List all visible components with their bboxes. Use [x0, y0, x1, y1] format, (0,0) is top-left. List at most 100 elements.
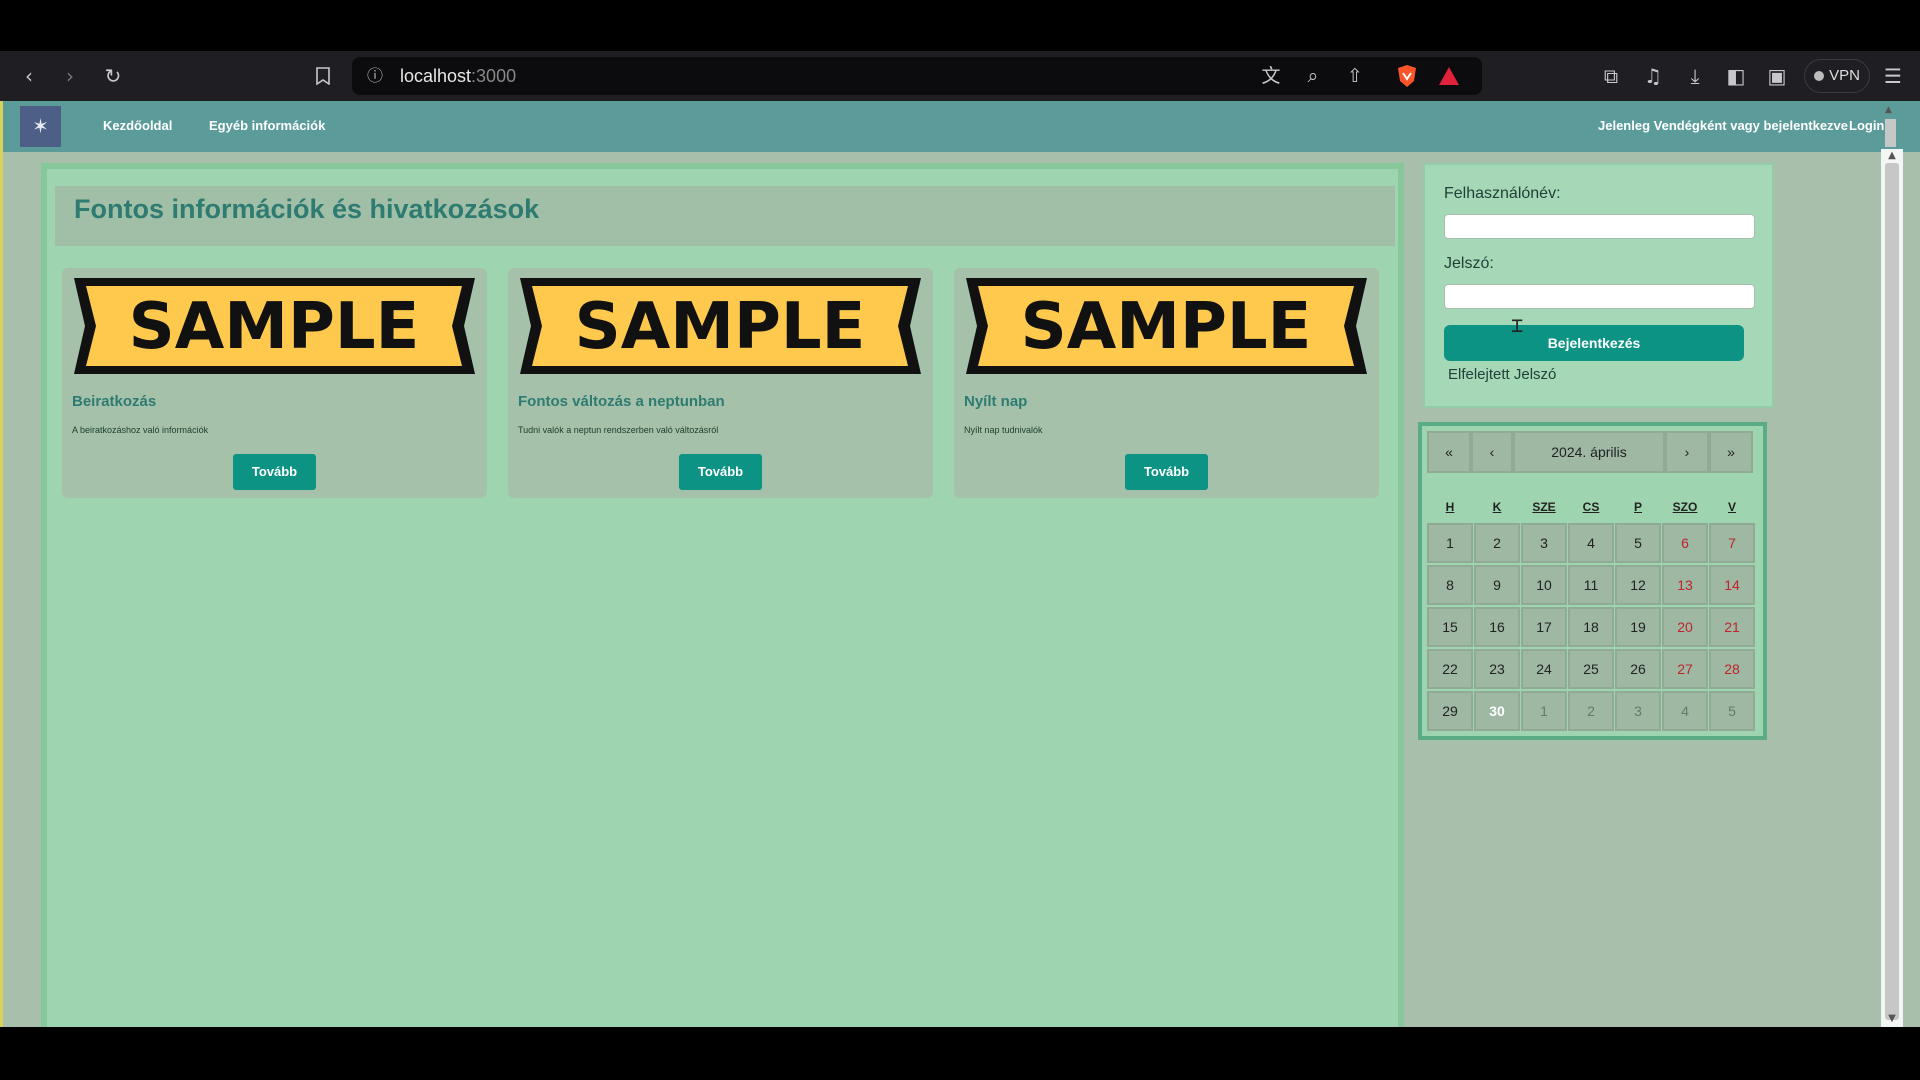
calendar-day[interactable]: 27: [1662, 649, 1708, 689]
card-title[interactable]: Fontos változás a neptunban: [518, 393, 725, 410]
card-more-button[interactable]: Tovább: [233, 454, 316, 490]
wallet-icon[interactable]: ▣: [1762, 61, 1792, 91]
scroll-up-icon[interactable]: ▲: [1886, 150, 1898, 161]
calendar-day[interactable]: 20: [1662, 607, 1708, 647]
calendar-day[interactable]: 3: [1615, 691, 1661, 731]
forgot-password-link[interactable]: Elfelejtett Jelszó: [1448, 366, 1556, 383]
nav-link-other-info[interactable]: Egyéb információk: [209, 118, 325, 133]
address-bar[interactable]: ⓘ localhost:3000 文 ⌕ ⇧: [352, 57, 1482, 95]
text-cursor-icon: ⌶: [1511, 313, 1524, 337]
bookmark-icon[interactable]: [308, 61, 338, 91]
share-icon[interactable]: ⇧: [1340, 61, 1370, 91]
calendar-day[interactable]: 19: [1615, 607, 1661, 647]
calendar-day[interactable]: 5: [1615, 523, 1661, 563]
calendar-day[interactable]: 7: [1709, 523, 1755, 563]
translate-icon[interactable]: 文: [1256, 61, 1286, 91]
menu-icon[interactable]: ☰: [1878, 61, 1908, 91]
calendar-day[interactable]: 4: [1568, 523, 1614, 563]
back-icon[interactable]: ‹: [14, 61, 44, 91]
login-button[interactable]: Bejelentkezés: [1444, 325, 1744, 361]
calendar-day[interactable]: 25: [1568, 649, 1614, 689]
calendar-day[interactable]: 8: [1427, 565, 1473, 605]
username-input[interactable]: [1444, 214, 1755, 239]
card-title[interactable]: Nyílt nap: [964, 393, 1027, 410]
vpn-status-icon: [1814, 71, 1825, 81]
page-scrollbar[interactable]: ▲ ▼: [1881, 149, 1903, 1027]
calendar-prev-year-button[interactable]: «: [1427, 431, 1471, 473]
calendar-day[interactable]: 28: [1709, 649, 1755, 689]
calendar-day[interactable]: 26: [1615, 649, 1661, 689]
calendar-day[interactable]: 2: [1568, 691, 1614, 731]
calendar-day[interactable]: 9: [1474, 565, 1520, 605]
nav-link-home[interactable]: Kezdőoldal: [103, 118, 172, 133]
brave-shield-icon[interactable]: [1392, 61, 1422, 91]
login-status-text: Jelenleg Vendégként vagy bejelentkezve: [1598, 118, 1849, 133]
sample-image: SAMPLE: [966, 278, 1367, 374]
url-port: :3000: [471, 66, 517, 86]
zoom-icon[interactable]: ⌕: [1298, 61, 1328, 91]
url-host: localhost: [400, 66, 472, 86]
calendar-day[interactable]: 10: [1521, 565, 1567, 605]
site-navbar: ✶ Kezdőoldal Egyéb információk Jelenleg …: [3, 101, 1920, 152]
sidebar-icon[interactable]: ◧: [1721, 61, 1751, 91]
scroll-down-icon[interactable]: ▼: [1886, 1013, 1898, 1024]
calendar-day[interactable]: 30: [1474, 691, 1520, 731]
calendar-day[interactable]: 24: [1521, 649, 1567, 689]
card-more-button[interactable]: Tovább: [679, 454, 762, 490]
reload-icon[interactable]: ↻: [98, 61, 128, 91]
calendar-day[interactable]: 18: [1568, 607, 1614, 647]
page-header: Fontos információk és hivatkozások: [55, 186, 1395, 246]
info-card: SAMPLE Beiratkozás A beiratkozáshoz való…: [62, 268, 487, 498]
login-form: Felhasználónév: Jelszó: Bejelentkezés El…: [1423, 163, 1774, 408]
nav-login-link[interactable]: Login: [1849, 118, 1884, 133]
calendar-day[interactable]: 29: [1427, 691, 1473, 731]
calendar-day[interactable]: 21: [1709, 607, 1755, 647]
calendar-day[interactable]: 5: [1709, 691, 1755, 731]
page-title: Fontos információk és hivatkozások: [74, 194, 540, 224]
card-title[interactable]: Beiratkozás: [72, 393, 156, 410]
url-text[interactable]: localhost:3000: [400, 65, 516, 87]
vpn-button[interactable]: VPN: [1804, 59, 1870, 93]
sample-image: SAMPLE: [520, 278, 921, 374]
calendar-weekday: P: [1633, 500, 1642, 514]
main-content: Fontos információk és hivatkozások SAMPL…: [41, 163, 1404, 1027]
outer-scroll-up-icon[interactable]: ▲: [1885, 105, 1892, 115]
calendar-day[interactable]: 4: [1662, 691, 1708, 731]
calendar-weekday: CS: [1582, 500, 1600, 514]
calendar: « ‹ 2024. április › » H K SZE CS P SZO V 1 2 3 4 5 6…: [1418, 422, 1767, 740]
calendar-day[interactable]: 23: [1474, 649, 1520, 689]
calendar-day[interactable]: 15: [1427, 607, 1473, 647]
outer-scrollbar[interactable]: ▲: [1883, 101, 1898, 149]
calendar-day[interactable]: 13: [1662, 565, 1708, 605]
calendar-weekday: H: [1445, 500, 1455, 514]
rewards-icon[interactable]: [1434, 61, 1464, 91]
calendar-day[interactable]: 16: [1474, 607, 1520, 647]
calendar-day[interactable]: 22: [1427, 649, 1473, 689]
calendar-day[interactable]: 3: [1521, 523, 1567, 563]
brand-logo-icon[interactable]: ✶: [20, 106, 61, 147]
calendar-weekday: K: [1492, 500, 1502, 514]
calendar-day[interactable]: 1: [1521, 691, 1567, 731]
card-text: A beiratkozáshoz való információk: [72, 425, 209, 435]
download-icon[interactable]: ⤓: [1680, 61, 1710, 91]
extensions-icon[interactable]: ⧉: [1596, 61, 1626, 91]
password-input[interactable]: [1444, 284, 1755, 309]
calendar-next-month-button[interactable]: ›: [1665, 431, 1709, 473]
card-more-button[interactable]: Tovább: [1125, 454, 1208, 490]
forward-icon[interactable]: ›: [55, 61, 85, 91]
scrollbar-thumb[interactable]: [1885, 163, 1899, 1020]
calendar-next-year-button[interactable]: »: [1709, 431, 1753, 473]
media-icon[interactable]: ♫: [1638, 61, 1668, 91]
calendar-day[interactable]: 14: [1709, 565, 1755, 605]
calendar-day[interactable]: 17: [1521, 607, 1567, 647]
calendar-day[interactable]: 12: [1615, 565, 1661, 605]
sample-text: SAMPLE: [1021, 290, 1312, 364]
calendar-day[interactable]: 6: [1662, 523, 1708, 563]
info-icon[interactable]: ⓘ: [364, 65, 386, 87]
calendar-month-label[interactable]: 2024. április: [1513, 431, 1665, 473]
calendar-day[interactable]: 2: [1474, 523, 1520, 563]
calendar-day[interactable]: 1: [1427, 523, 1473, 563]
outer-scroll-thumb[interactable]: [1885, 119, 1896, 147]
calendar-day[interactable]: 11: [1568, 565, 1614, 605]
calendar-prev-month-button[interactable]: ‹: [1471, 431, 1513, 473]
